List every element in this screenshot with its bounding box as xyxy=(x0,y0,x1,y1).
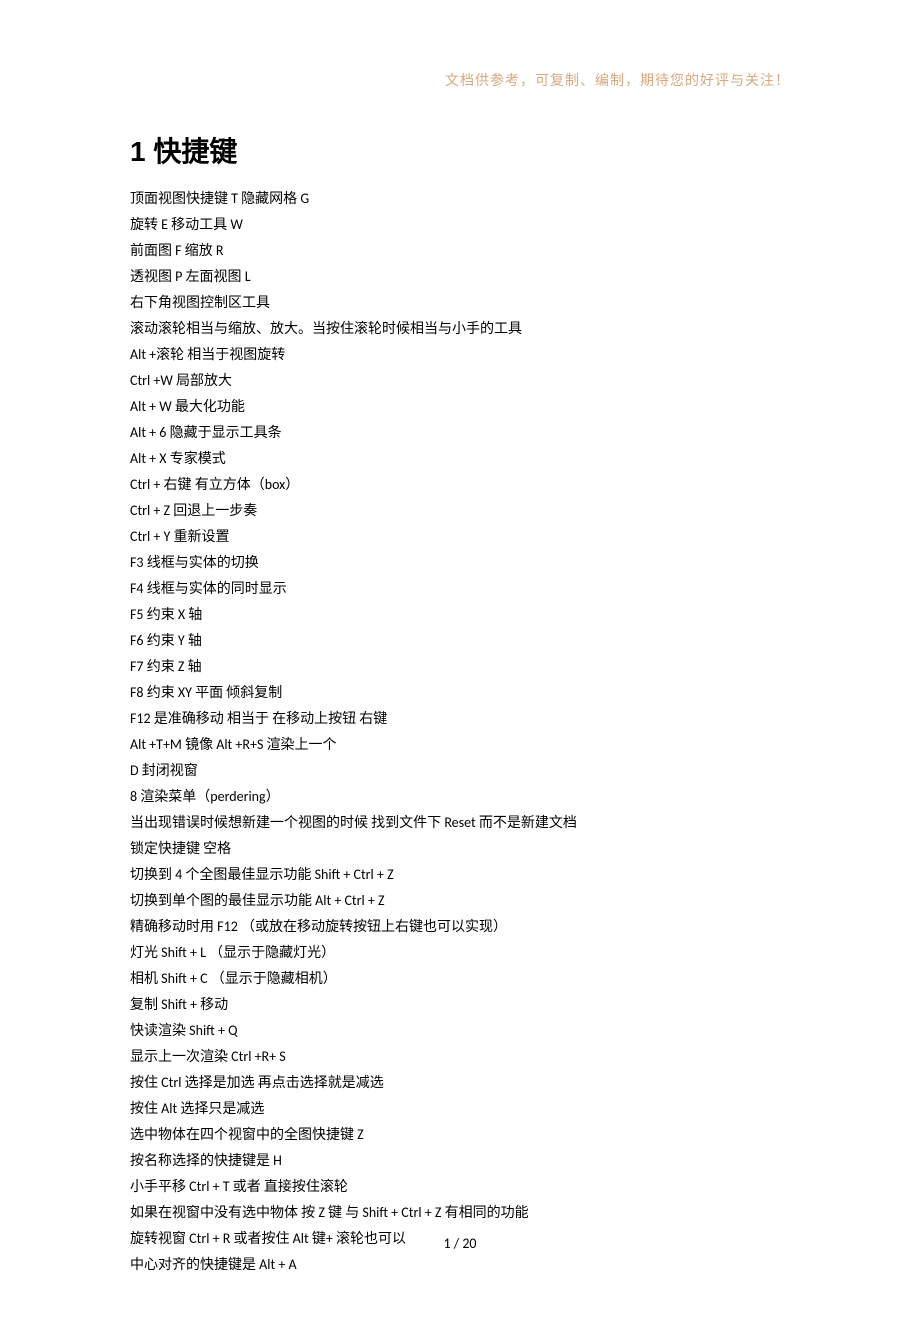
content-line: 灯光 Shift + L （显示于隐藏灯光） xyxy=(130,940,790,966)
content-line: 当出现错误时候想新建一个视图的时候 找到文件下 Reset 而不是新建文档 xyxy=(130,810,790,836)
content-line: F8 约束 XY 平面 倾斜复制 xyxy=(130,680,790,706)
content-line: 选中物体在四个视窗中的全图快捷键 Z xyxy=(130,1122,790,1148)
content-line: F3 线框与实体的切换 xyxy=(130,550,790,576)
content-line: F5 约束 X 轴 xyxy=(130,602,790,628)
content-line: F7 约束 Z 轴 xyxy=(130,654,790,680)
section-heading: 1 快捷键 xyxy=(130,130,790,170)
content-line: 如果在视窗中没有选中物体 按 Z 键 与 Shift + Ctrl + Z 有相… xyxy=(130,1200,790,1226)
content-line: Alt + W 最大化功能 xyxy=(130,394,790,420)
content-line: 切换到单个图的最佳显示功能 Alt + Ctrl + Z xyxy=(130,888,790,914)
content-line: F6 约束 Y 轴 xyxy=(130,628,790,654)
content-line: Ctrl + 右键 有立方体（box） xyxy=(130,472,790,498)
content-line: 复制 Shift + 移动 xyxy=(130,992,790,1018)
content-body: 顶面视图快捷键 T 隐藏网格 G旋转 E 移动工具 W前面图 F 缩放 R透视图… xyxy=(130,186,790,1278)
header-note: 文档供参考，可复制、编制，期待您的好评与关注！ xyxy=(130,70,790,90)
content-line: 前面图 F 缩放 R xyxy=(130,238,790,264)
document-page: 文档供参考，可复制、编制，期待您的好评与关注！ 1 快捷键 顶面视图快捷键 T … xyxy=(0,0,920,1338)
content-line: Alt +滚轮 相当于视图旋转 xyxy=(130,342,790,368)
content-line: Ctrl +W 局部放大 xyxy=(130,368,790,394)
content-line: 中心对齐的快捷键是 Alt + A xyxy=(130,1252,790,1278)
content-line: Ctrl + Z 回退上一步奏 xyxy=(130,498,790,524)
content-line: Alt +T+M 镜像 Alt +R+S 渲染上一个 xyxy=(130,732,790,758)
content-line: 显示上一次渲染 Ctrl +R+ S xyxy=(130,1044,790,1070)
content-line: 按住 Ctrl 选择是加选 再点击选择就是减选 xyxy=(130,1070,790,1096)
content-line: 8 渲染菜单（perdering） xyxy=(130,784,790,810)
content-line: F12 是准确移动 相当于 在移动上按钮 右键 xyxy=(130,706,790,732)
content-line: 滚动滚轮相当与缩放、放大。当按住滚轮时候相当与小手的工具 xyxy=(130,316,790,342)
content-line: 快读渲染 Shift + Q xyxy=(130,1018,790,1044)
content-line: D 封闭视窗 xyxy=(130,758,790,784)
content-line: 按名称选择的快捷键是 H xyxy=(130,1148,790,1174)
content-line: 顶面视图快捷键 T 隐藏网格 G xyxy=(130,186,790,212)
page-number: 1 / 20 xyxy=(0,1235,920,1252)
content-line: 精确移动时用 F12 （或放在移动旋转按钮上右键也可以实现） xyxy=(130,914,790,940)
content-line: Alt + X 专家模式 xyxy=(130,446,790,472)
content-line: 透视图 P 左面视图 L xyxy=(130,264,790,290)
content-line: Ctrl + Y 重新设置 xyxy=(130,524,790,550)
content-line: Alt + 6 隐藏于显示工具条 xyxy=(130,420,790,446)
content-line: F4 线框与实体的同时显示 xyxy=(130,576,790,602)
content-line: 按住 Alt 选择只是减选 xyxy=(130,1096,790,1122)
content-line: 旋转 E 移动工具 W xyxy=(130,212,790,238)
content-line: 相机 Shift + C （显示于隐藏相机） xyxy=(130,966,790,992)
content-line: 切换到 4 个全图最佳显示功能 Shift + Ctrl + Z xyxy=(130,862,790,888)
content-line: 锁定快捷键 空格 xyxy=(130,836,790,862)
content-line: 小手平移 Ctrl + T 或者 直接按住滚轮 xyxy=(130,1174,790,1200)
content-line: 右下角视图控制区工具 xyxy=(130,290,790,316)
